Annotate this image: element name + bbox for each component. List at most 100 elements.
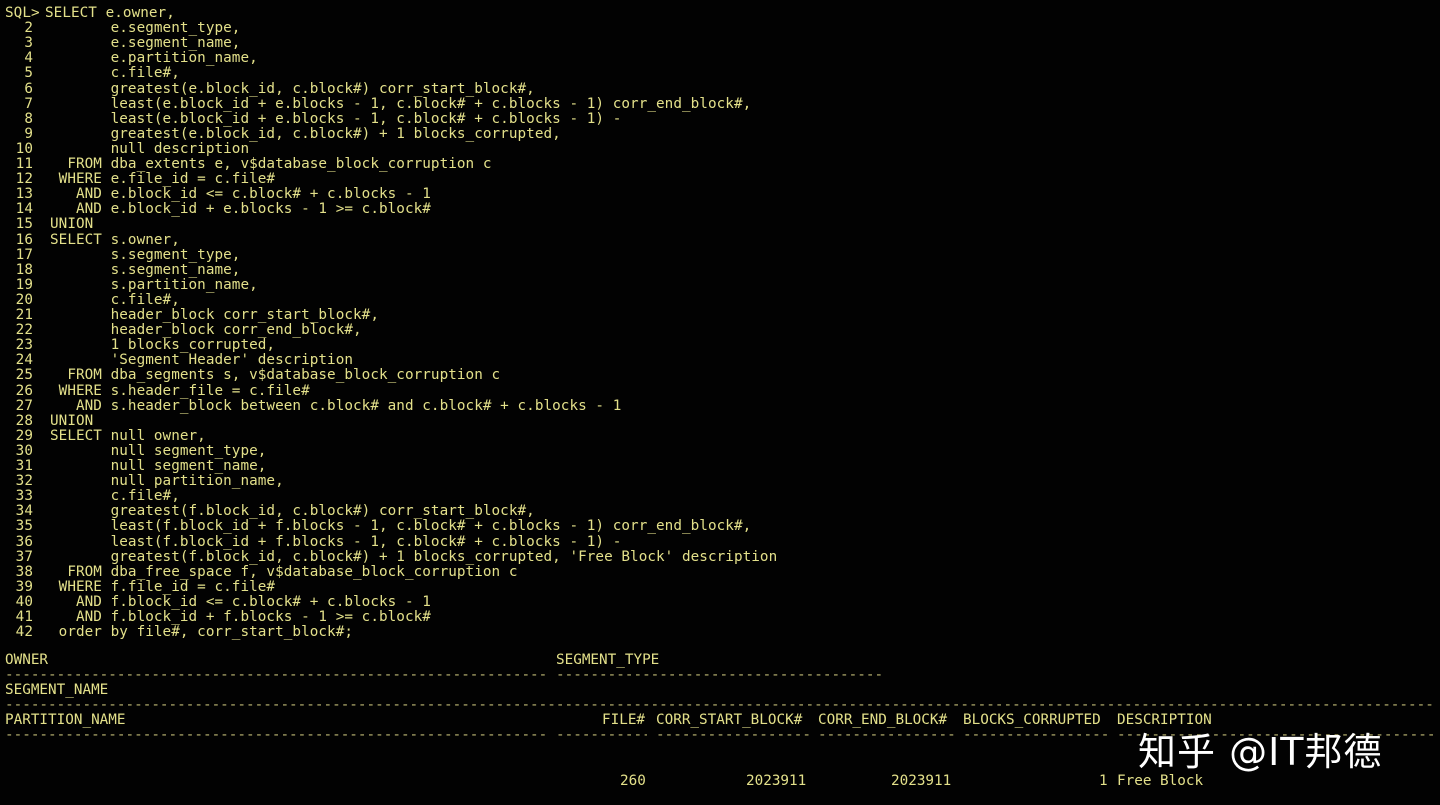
line-number: 22 [15, 322, 33, 339]
zhihu-watermark: 知乎 @IT邦德 [1138, 730, 1383, 774]
sql-prompt: SQL> [5, 5, 40, 21]
line-number: 17 [15, 246, 33, 263]
column-header-segment-name: SEGMENT_NAME [5, 682, 109, 698]
sql-code: null partition_name, [50, 473, 284, 490]
sql-line: 19 s.partition_name, [0, 276, 258, 293]
sql-code: greatest(e.block_id, c.block#) + 1 block… [50, 125, 561, 142]
sql-line: 5 c.file#, [0, 66, 180, 81]
line-number: 34 [15, 503, 33, 520]
line-number: 28 [15, 412, 33, 429]
result-cell-file: 260 [620, 773, 646, 789]
sql-line: 12 WHERE e.file_id = c.file# [0, 172, 275, 187]
line-number: 18 [15, 261, 33, 278]
sql-code: AND e.block_id <= c.block# + c.blocks - … [50, 186, 431, 203]
sql-code: least(e.block_id + e.blocks - 1, c.block… [50, 95, 752, 112]
sql-code: order by file#, corr_start_block#; [50, 624, 354, 641]
sql-line: SQL> SELECT e.owner, [0, 6, 175, 21]
column-header-owner: OWNER [5, 652, 49, 668]
sql-code: e.segment_name, [50, 35, 241, 52]
header-separator: ----------------------------------------… [5, 668, 547, 683]
sql-code: SELECT e.owner, [45, 5, 175, 21]
line-number: 2 [24, 20, 33, 37]
sql-code: greatest(e.block_id, c.block#) corr_star… [50, 80, 535, 97]
sql-code: UNION [50, 412, 94, 429]
sql-code: FROM dba_segments s, v$database_block_co… [50, 367, 501, 384]
line-number: 10 [15, 140, 33, 157]
sql-code: least(e.block_id + e.blocks - 1, c.block… [50, 110, 622, 127]
sql-code: greatest(f.block_id, c.block#) + 1 block… [50, 548, 778, 565]
result-cell-blocks-corrupted: 1 [1099, 773, 1108, 789]
sql-line: 17 s.segment_type, [0, 246, 241, 263]
sql-line: 40 AND f.block_id <= c.block# + c.blocks… [0, 593, 431, 610]
sql-code: AND f.block_id + f.blocks - 1 >= c.block… [50, 609, 431, 625]
sql-code: e.partition_name, [50, 50, 258, 67]
line-number: 42 [15, 624, 33, 641]
line-number: 8 [24, 110, 33, 127]
line-number: 39 [15, 578, 33, 595]
sql-line: 14 AND e.block_id + e.blocks - 1 >= c.bl… [0, 202, 431, 217]
header-separator: ----------------------------------------… [5, 698, 1435, 713]
line-number: 11 [15, 156, 33, 172]
sql-line: 22 header_block corr_end_block#, [0, 323, 362, 338]
header-separator: ----------------------------------------… [5, 728, 547, 743]
sql-code: s.segment_type, [50, 246, 241, 263]
sql-code: SELECT null owner, [50, 427, 206, 444]
header-separator: ---------------------- [818, 728, 954, 743]
line-number: 32 [15, 473, 33, 490]
column-header-corr-start-block: CORR_START_BLOCK# [656, 712, 803, 728]
sql-line: 2 e.segment_type, [0, 21, 240, 36]
line-number: 9 [24, 125, 33, 142]
column-header-blocks-corrupted: BLOCKS_CORRUPTED [963, 712, 1101, 728]
header-separator: ---------------------- [963, 728, 1108, 743]
sql-line: 23 1 blocks_corrupted, [0, 338, 275, 353]
line-number: 24 [15, 352, 33, 369]
line-number: 3 [24, 35, 33, 52]
sql-code: null segment_type, [50, 442, 267, 459]
line-number: 14 [15, 201, 33, 218]
line-number: 4 [24, 50, 33, 67]
line-number: 5 [24, 65, 33, 82]
sql-line: 39 WHERE f.file_id = c.file# [0, 578, 276, 595]
sql-line: 10 null description [0, 140, 249, 157]
result-cell-corr-end-block: 2023911 [891, 773, 952, 789]
sql-code: least(f.block_id + f.blocks - 1, c.block… [50, 533, 622, 550]
sql-line: 27 AND s.header_block between c.block# a… [0, 398, 622, 414]
sql-code: 'Segment Header' description [50, 352, 354, 369]
line-number: 6 [24, 80, 33, 97]
sql-code: e.segment_type, [50, 20, 241, 37]
sql-line: 36 least(f.block_id + f.blocks - 1, c.bl… [0, 533, 622, 550]
sql-line: 28 UNION [0, 412, 94, 429]
line-number: 16 [15, 231, 33, 248]
sql-code: header_block corr_start_block#, [50, 307, 379, 323]
sql-line: 38 FROM dba_free_space f, v$database_blo… [0, 564, 518, 580]
line-number: 37 [15, 548, 33, 565]
sql-code: AND f.block_id <= c.block# + c.blocks - … [50, 593, 431, 610]
line-number: 20 [15, 291, 33, 308]
sql-code: SELECT s.owner, [50, 231, 180, 248]
sql-code: WHERE s.header_file = c.file# [50, 382, 310, 399]
sql-code: UNION [50, 216, 94, 233]
sql-line: 20 c.file#, [0, 291, 180, 308]
line-number: 36 [15, 533, 33, 550]
line-number: 29 [15, 427, 33, 444]
result-cell-corr-start-block: 2023911 [746, 773, 807, 789]
result-cell-description: Free Block [1117, 773, 1204, 789]
sql-code: greatest(f.block_id, c.block#) corr_star… [50, 503, 535, 520]
sql-code: 1 blocks_corrupted, [50, 337, 276, 354]
sql-code: WHERE e.file_id = c.file# [50, 171, 276, 188]
sql-line: 31 null segment_name, [0, 458, 267, 474]
sql-line: 26 WHERE s.header_file = c.file# [0, 382, 310, 399]
sql-code: s.partition_name, [50, 276, 258, 293]
line-number: 7 [24, 95, 33, 112]
sql-line: 32 null partition_name, [0, 474, 284, 489]
line-number: 12 [15, 171, 33, 188]
sql-code: AND e.block_id + e.blocks - 1 >= c.block… [50, 201, 431, 218]
sql-code: c.file#, [50, 488, 180, 505]
sql-code: WHERE f.file_id = c.file# [50, 578, 276, 595]
sql-code: header_block corr_end_block#, [50, 322, 362, 339]
sql-line: 33 c.file#, [0, 489, 180, 504]
sql-code: null segment_name, [50, 458, 267, 474]
sql-line: 37 greatest(f.block_id, c.block#) + 1 bl… [0, 548, 778, 565]
line-number: 26 [15, 382, 33, 399]
sql-line: 13 AND e.block_id <= c.block# + c.blocks… [0, 187, 431, 202]
